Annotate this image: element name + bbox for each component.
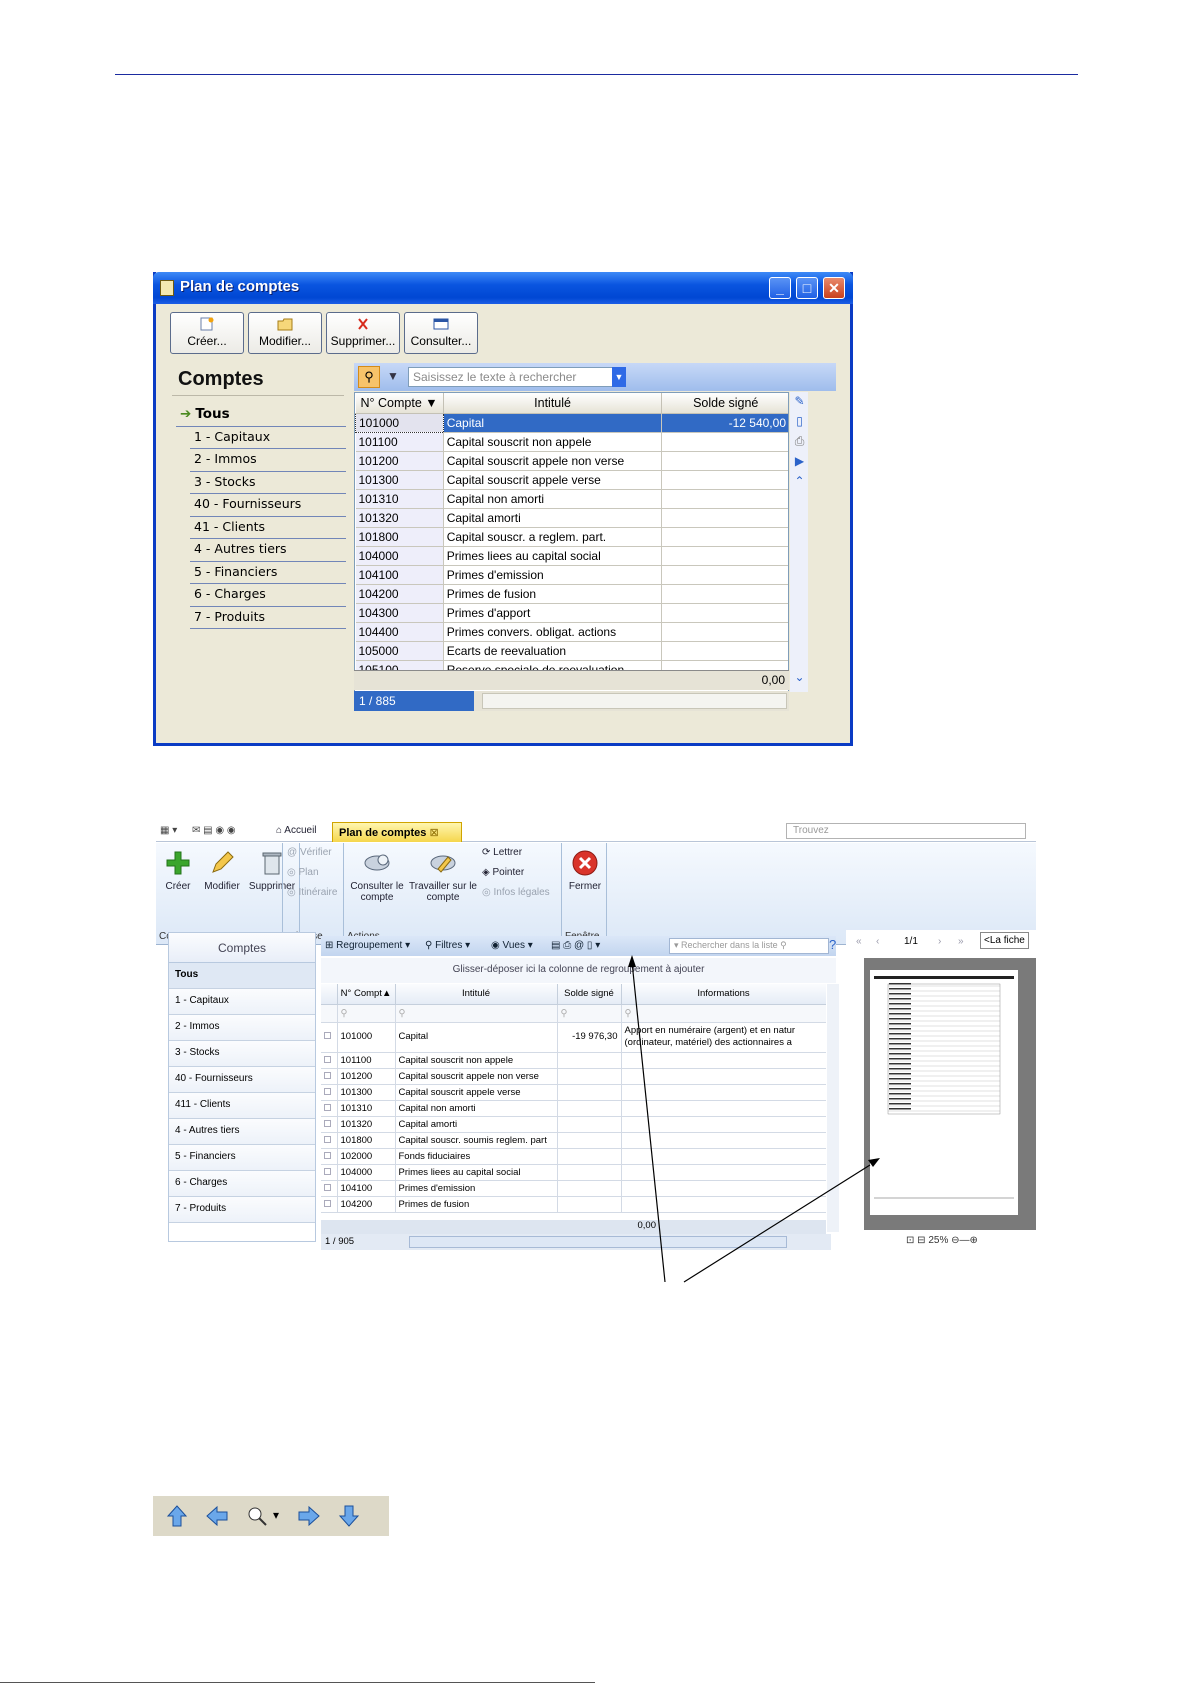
arrow-head	[628, 955, 636, 967]
arrow-up-icon[interactable]	[165, 1504, 189, 1528]
navigation-toolbar: ▾	[153, 1496, 389, 1536]
arrow-right-icon[interactable]	[297, 1504, 321, 1528]
dropdown-arrow-icon[interactable]: ▾	[273, 1508, 279, 1522]
arrow-line	[683, 1164, 871, 1283]
annotation-arrows	[628, 955, 880, 1283]
arrow-down-icon[interactable]	[337, 1504, 361, 1528]
footer-rule	[0, 1682, 595, 1683]
arrow-line	[631, 961, 666, 1283]
arrow-left-icon[interactable]	[205, 1504, 229, 1528]
search-navigation-icon[interactable]	[245, 1504, 269, 1528]
